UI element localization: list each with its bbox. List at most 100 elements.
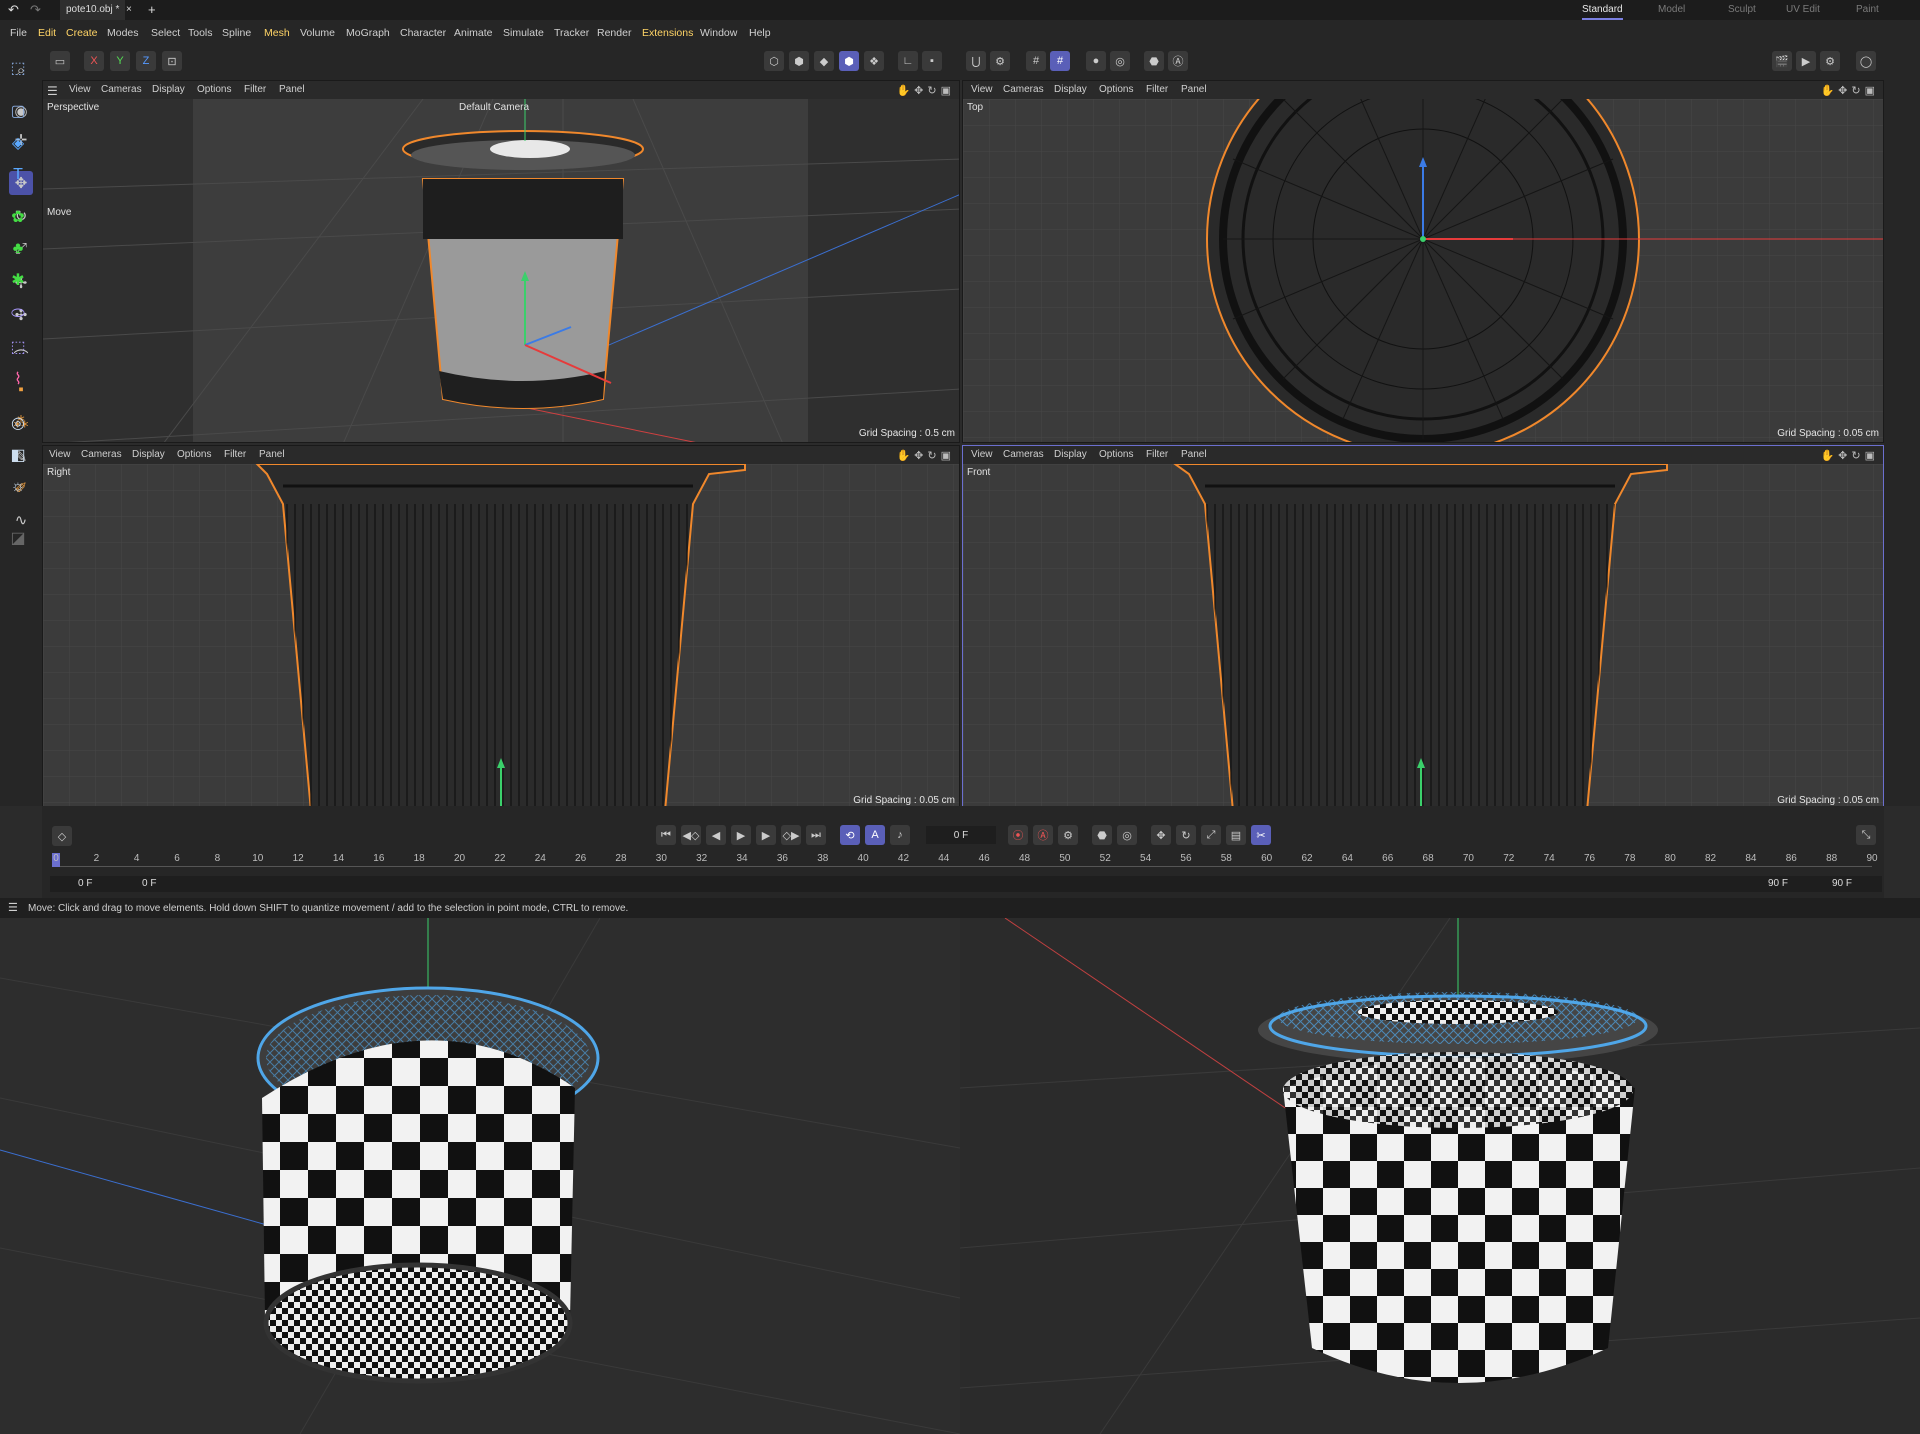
motion-clip-icon[interactable]: ◎ [1117,825,1137,845]
tag-icon[interactable]: ◪ [6,526,30,550]
new-tab-button[interactable]: + [148,0,156,20]
vp-menu-view[interactable]: View [971,84,993,95]
layout-paint[interactable]: Paint [1856,0,1879,20]
mograph-cloner-icon[interactable]: ♣ [6,237,30,261]
menu-extensions[interactable]: Extensions [642,27,693,39]
preview-start-field[interactable]: 0 F [142,878,156,889]
key-position-icon[interactable]: ✥ [1151,825,1171,845]
key-settings-icon[interactable]: ⚙ [1058,825,1078,845]
range-slider[interactable] [50,876,1882,892]
workplane-snap-icon[interactable]: # [1050,51,1070,71]
render-settings-icon[interactable]: ⚙ [1820,51,1840,71]
viewport-nav-icons[interactable]: ✋✥↻▣ [896,449,955,462]
key-scale-icon[interactable]: ⤢ [1201,825,1221,845]
hamburger-icon[interactable]: ☰ [47,84,58,98]
menu-character[interactable]: Character [400,27,446,39]
keyframe-selection-icon[interactable]: ⬣ [1092,825,1112,845]
vp-menu-options[interactable]: Options [1099,449,1133,460]
go-to-start-icon[interactable]: ⏮ [656,825,676,845]
lock-y-button[interactable]: Y [110,51,130,71]
status-menu-icon[interactable]: ☰ [8,901,18,914]
record-icon[interactable]: ⦿ [1008,825,1028,845]
loop-icon[interactable]: ⟲ [840,825,860,845]
menu-simulate[interactable]: Simulate [503,27,544,39]
vp-menu-view[interactable]: View [49,449,71,460]
vp-menu-panel[interactable]: Panel [1181,84,1207,95]
polygons-mode-icon[interactable]: ◆ [814,51,834,71]
sound-icon[interactable]: ♪ [890,825,910,845]
vp-menu-cameras[interactable]: Cameras [1003,449,1044,460]
viewport-nav-icons[interactable]: ✋✥↻▣ [896,84,955,97]
snap-settings-icon[interactable]: ⚙ [990,51,1010,71]
menu-volume[interactable]: Volume [300,27,335,39]
vp-menu-display[interactable]: Display [1054,84,1087,95]
vp-menu-cameras[interactable]: Cameras [1003,84,1044,95]
magnet-icon[interactable]: ⋃ [966,51,986,71]
key-rotation-icon[interactable]: ↻ [1176,825,1196,845]
menu-tracker[interactable]: Tracker [554,27,589,39]
timeline-manager-icon[interactable]: ⤡ [1856,825,1876,845]
close-tab-icon[interactable]: × [126,0,132,20]
vp-menu-options[interactable]: Options [177,449,211,460]
viewport-solo-icon[interactable]: ◎ [1110,51,1130,71]
next-key-icon[interactable]: ◇▶ [781,825,801,845]
model-mode-icon[interactable]: ⬢ [839,51,859,71]
lock-z-button[interactable]: Z [136,51,156,71]
undo-icon[interactable]: ↶ [8,0,19,20]
layout-model[interactable]: Model [1658,0,1685,20]
axis-mode-icon[interactable]: ∟ [898,51,918,71]
vp-menu-filter[interactable]: Filter [1146,84,1168,95]
key-param-icon[interactable]: ▤ [1226,825,1246,845]
vp-menu-display[interactable]: Display [1054,449,1087,460]
lock-x-button[interactable]: X [84,51,104,71]
environment-icon[interactable]: ◎ [6,411,30,435]
text-object-icon[interactable]: T [6,163,30,187]
menu-spline[interactable]: Spline [222,27,251,39]
preview-end-field[interactable]: 90 F [1768,878,1788,889]
cup-model[interactable] [402,99,644,409]
clapboard-icon[interactable]: 🎬 [1772,51,1792,71]
range-start-field[interactable]: 0 F [78,878,92,889]
object-manager-icon[interactable]: ⬚ [6,56,30,80]
field-icon[interactable]: ⬚ [6,335,30,359]
render-view-icon[interactable]: ⬣ [1144,51,1164,71]
vp-menu-view[interactable]: View [69,84,91,95]
vp-menu-cameras[interactable]: Cameras [81,449,122,460]
go-to-end-icon[interactable]: ⏭ [806,825,826,845]
menu-help[interactable]: Help [749,27,771,39]
auto-key-icon[interactable]: Ⓐ [1168,51,1188,71]
keyframe-icon[interactable]: ◇ [52,826,72,846]
deformer-icon[interactable]: ⬭ [6,302,30,326]
vp-menu-filter[interactable]: Filter [1146,449,1168,460]
viewport-top[interactable]: View Cameras Display Options Filter Pane… [962,80,1884,443]
vp-menu-panel[interactable]: Panel [1181,449,1207,460]
vp-menu-filter[interactable]: Filter [244,84,266,95]
current-frame-field[interactable] [926,826,996,844]
vp-menu-options[interactable]: Options [1099,84,1133,95]
viewport-nav-icons[interactable]: ✋✥↻▣ [1820,449,1879,462]
null-object-icon[interactable]: ▢ [6,99,30,123]
render-active-icon[interactable]: ▶ [1796,51,1816,71]
viewport-right[interactable]: View Cameras Display Options Filter Pane… [42,445,960,810]
document-tab[interactable]: pote10.obj * [60,0,126,20]
camera-label[interactable]: Default Camera [459,102,529,113]
play-icon[interactable]: ▶ [731,825,751,845]
vp-menu-panel[interactable]: Panel [259,449,285,460]
menu-create[interactable]: Create [66,27,98,39]
range-end-field[interactable]: 90 F [1832,878,1852,889]
cube-icon[interactable]: ◈ [6,131,30,155]
vp-menu-panel[interactable]: Panel [279,84,305,95]
autokey-icon[interactable]: Ⓐ [1033,825,1053,845]
grid-snap-icon[interactable]: # [1026,51,1046,71]
coordinate-system-icon[interactable]: ⊡ [162,51,182,71]
redo-icon[interactable]: ↷ [30,0,41,20]
menu-window[interactable]: Window [700,27,737,39]
menu-mesh[interactable]: Mesh [264,27,290,39]
vp-menu-options[interactable]: Options [197,84,231,95]
timeline-ruler[interactable] [54,866,1872,867]
menu-animate[interactable]: Animate [454,27,493,39]
menu-edit[interactable]: Edit [38,27,56,39]
layout-uv-edit[interactable]: UV Edit [1786,0,1820,20]
vp-menu-cameras[interactable]: Cameras [101,84,142,95]
viewport-nav-icons[interactable]: ✋✥↻▣ [1820,84,1879,97]
